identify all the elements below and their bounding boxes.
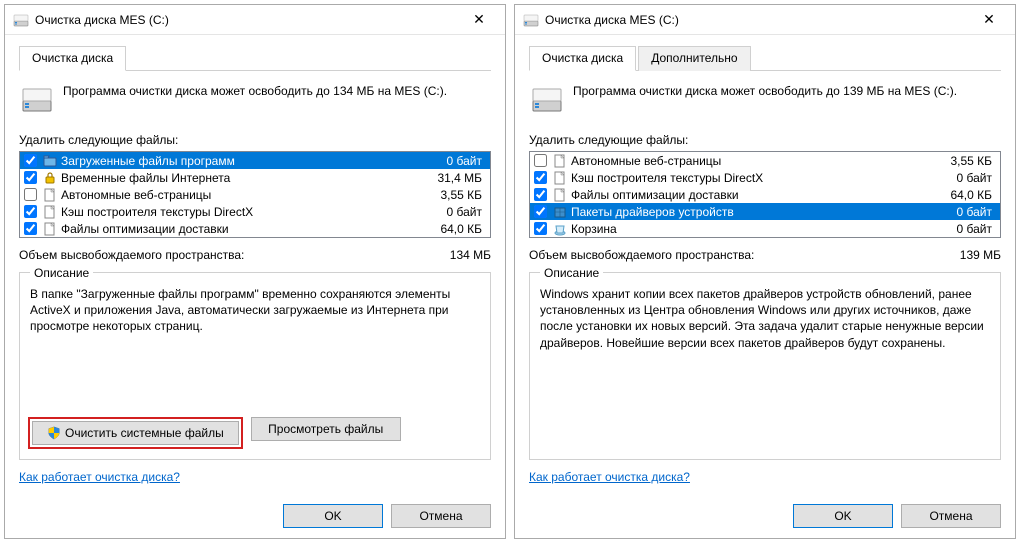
tabs: Очистка диска — [19, 45, 491, 71]
row-checkbox[interactable] — [534, 222, 547, 235]
row-label: Загруженные файлы программ — [61, 154, 422, 168]
row-checkbox[interactable] — [534, 188, 547, 201]
row-checkbox[interactable] — [24, 154, 37, 167]
ok-button[interactable]: OK — [283, 504, 383, 528]
close-button[interactable]: ✕ — [967, 6, 1011, 34]
row-checkbox[interactable] — [24, 188, 37, 201]
tab-cleanup[interactable]: Очистка диска — [19, 46, 126, 71]
close-button[interactable]: ✕ — [457, 6, 501, 34]
row-size: 3,55 КБ — [426, 188, 486, 202]
row-label: Корзина — [571, 222, 932, 236]
description-group: Описание Windows хранит копии всех пакет… — [529, 272, 1001, 460]
description-text: Windows хранит копии всех пакетов драйве… — [540, 286, 990, 449]
folder-dl-icon — [43, 154, 57, 168]
how-it-works-link[interactable]: Как работает очистка диска? — [529, 470, 1001, 484]
row-size: 0 байт — [426, 154, 486, 168]
list-item[interactable]: Временные файлы Интернета 31,4 МБ — [20, 169, 490, 186]
delete-label: Удалить следующие файлы: — [529, 133, 1001, 147]
delete-label: Удалить следующие файлы: — [19, 133, 491, 147]
tab-advanced[interactable]: Дополнительно — [638, 46, 750, 71]
cancel-button[interactable]: Отмена — [901, 504, 1001, 528]
highlight-box: Очистить системные файлы — [28, 417, 243, 449]
row-checkbox[interactable] — [534, 154, 547, 167]
row-size: 64,0 КБ — [936, 188, 996, 202]
drive-icon — [523, 12, 539, 28]
row-size: 0 байт — [936, 171, 996, 185]
group-title: Описание — [30, 266, 93, 280]
summary-value: 134 МБ — [421, 248, 491, 262]
clean-sys-label: Очистить системные файлы — [65, 426, 224, 440]
list-item[interactable]: Файлы оптимизации доставки 64,0 КБ — [530, 186, 1000, 203]
row-size: 0 байт — [426, 205, 486, 219]
clean-system-files-button[interactable]: Очистить системные файлы — [32, 421, 239, 445]
shield-icon — [47, 426, 61, 440]
group-title: Описание — [540, 266, 603, 280]
list-item[interactable]: Корзина 0 байт — [530, 220, 1000, 237]
drive-icon — [531, 83, 563, 115]
window-title: Очистка диска MES (C:) — [545, 13, 967, 27]
row-checkbox[interactable] — [24, 222, 37, 235]
description-group: Описание В папке "Загруженные файлы прог… — [19, 272, 491, 460]
info-text: Программа очистки диска может освободить… — [63, 83, 447, 99]
lock-icon — [43, 171, 57, 185]
window-title: Очистка диска MES (C:) — [35, 13, 457, 27]
description-text: В папке "Загруженные файлы программ" вре… — [30, 286, 480, 409]
cancel-button[interactable]: Отмена — [391, 504, 491, 528]
row-label: Пакеты драйверов устройств — [571, 205, 932, 219]
page-icon — [43, 222, 57, 236]
row-size: 3,55 КБ — [936, 154, 996, 168]
summary-label: Объем высвобождаемого пространства: — [19, 248, 421, 262]
row-label: Файлы оптимизации доставки — [61, 222, 422, 236]
row-label: Временные файлы Интернета — [61, 171, 422, 185]
row-label: Кэш построителя текстуры DirectX — [571, 171, 932, 185]
list-item[interactable]: Автономные веб-страницы 3,55 КБ — [20, 186, 490, 203]
titlebar: Очистка диска MES (C:) ✕ — [515, 5, 1015, 35]
file-list[interactable]: Автономные веб-страницы3,55 КБКэш постро… — [529, 151, 1001, 238]
row-label: Автономные веб-страницы — [61, 188, 422, 202]
row-label: Кэш построителя текстуры DirectX — [61, 205, 422, 219]
row-checkbox[interactable] — [534, 205, 547, 218]
row-size: 0 байт — [936, 205, 996, 219]
titlebar: Очистка диска MES (C:) ✕ — [5, 5, 505, 35]
list-item[interactable]: Кэш построителя текстуры DirectX 0 байт — [530, 169, 1000, 186]
summary-value: 139 МБ — [931, 248, 1001, 262]
file-list[interactable]: Загруженные файлы программ0 байтВременны… — [19, 151, 491, 238]
list-item[interactable]: Автономные веб-страницы 3,55 КБ — [530, 152, 1000, 169]
row-checkbox[interactable] — [24, 205, 37, 218]
row-label: Автономные веб-страницы — [571, 154, 932, 168]
row-size: 31,4 МБ — [426, 171, 486, 185]
page-icon — [43, 188, 57, 202]
how-it-works-link[interactable]: Как работает очистка диска? — [19, 470, 491, 484]
page-icon — [553, 171, 567, 185]
row-checkbox[interactable] — [534, 171, 547, 184]
disk-cleanup-dialog-left: Очистка диска MES (C:) ✕ Очистка диска П… — [4, 4, 506, 539]
list-item[interactable]: Загруженные файлы программ 0 байт — [20, 152, 490, 169]
view-files-button[interactable]: Просмотреть файлы — [251, 417, 401, 441]
page-icon — [43, 205, 57, 219]
disk-cleanup-dialog-right: Очистка диска MES (C:) ✕ Очистка диска Д… — [514, 4, 1016, 539]
page-icon — [553, 188, 567, 202]
recycle-icon — [553, 222, 567, 236]
list-item[interactable]: Файлы оптимизации доставки 64,0 КБ — [20, 220, 490, 237]
info-text: Программа очистки диска может освободить… — [573, 83, 957, 99]
drive-icon — [13, 12, 29, 28]
tab-cleanup[interactable]: Очистка диска — [529, 46, 636, 71]
row-size: 64,0 КБ — [426, 222, 486, 236]
page-icon — [553, 154, 567, 168]
row-label: Файлы оптимизации доставки — [571, 188, 932, 202]
ok-button[interactable]: OK — [793, 504, 893, 528]
row-checkbox[interactable] — [24, 171, 37, 184]
drive-icon — [21, 83, 53, 115]
list-item[interactable]: Пакеты драйверов устройств 0 байт — [530, 203, 1000, 220]
summary-label: Объем высвобождаемого пространства: — [529, 248, 931, 262]
tabs: Очистка диска Дополнительно — [529, 45, 1001, 71]
row-size: 0 байт — [936, 222, 996, 236]
list-item[interactable]: Кэш построителя текстуры DirectX 0 байт — [20, 203, 490, 220]
package-icon — [553, 205, 567, 219]
